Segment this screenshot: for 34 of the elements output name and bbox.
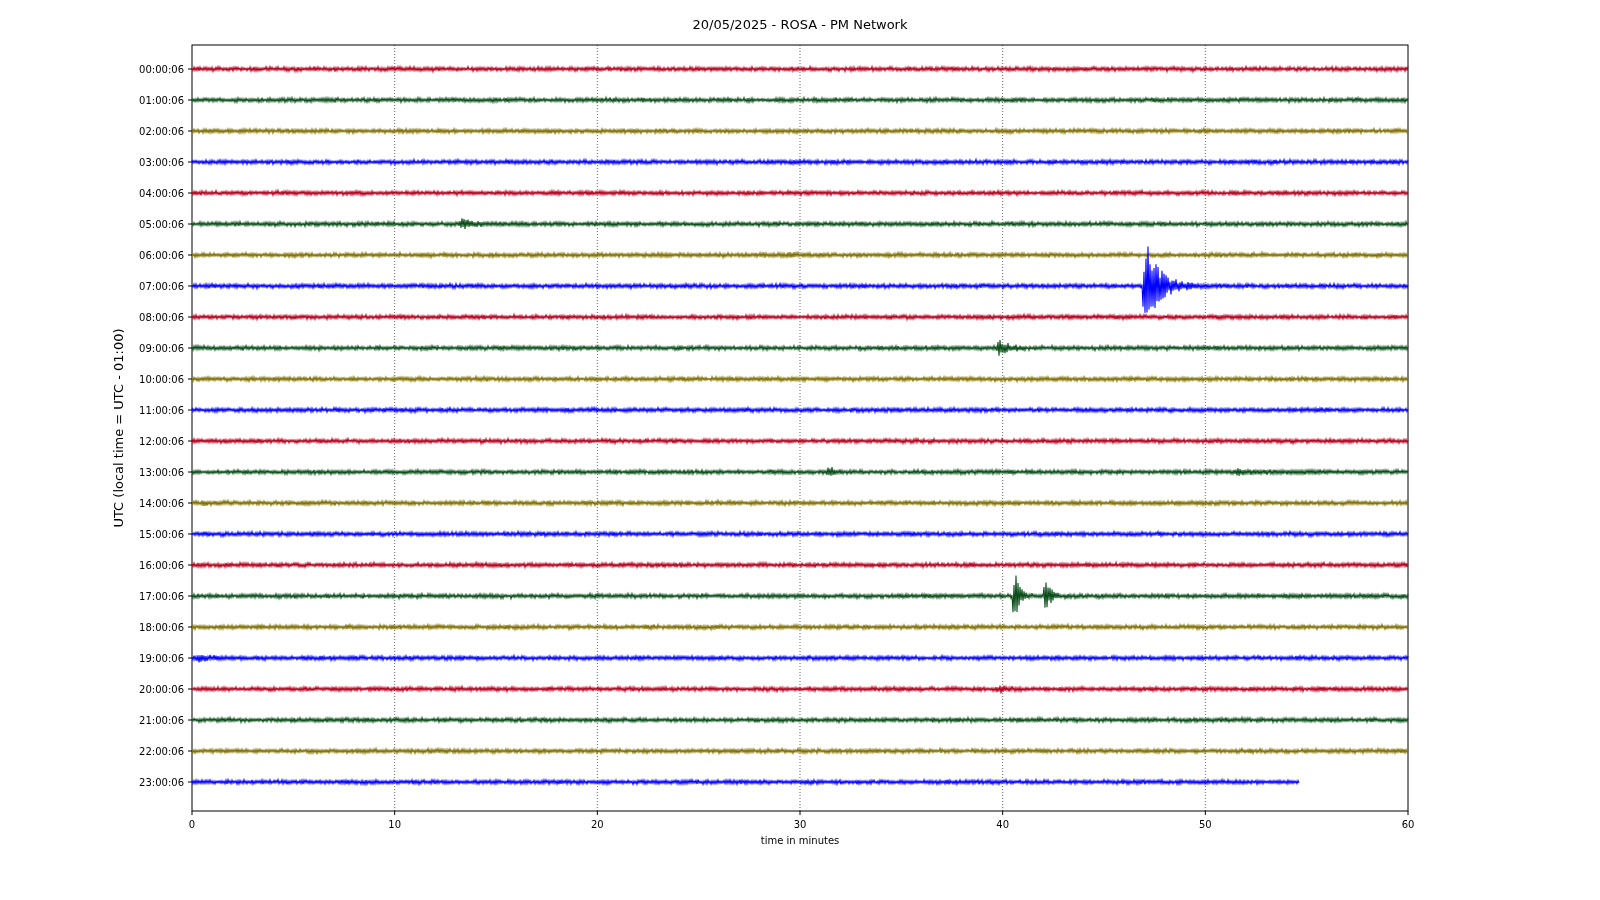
y-tick-label: 21:00:06 (139, 714, 184, 726)
y-axis-title: UTC (local time = UTC - 01:00) (111, 328, 126, 528)
y-tick-label: 08:00:06 (139, 311, 184, 323)
y-tick-label: 19:00:06 (139, 652, 184, 664)
y-tick-label: 10:00:06 (139, 373, 184, 385)
y-tick-label: 04:00:06 (139, 187, 184, 199)
y-tick-label: 14:00:06 (139, 497, 184, 509)
y-tick-label: 16:00:06 (139, 559, 184, 571)
y-tick-label: 11:00:06 (139, 404, 184, 416)
y-tick-label: 05:00:06 (139, 218, 184, 230)
x-tick-label: 0 (188, 819, 196, 830)
y-tick-label: 13:00:06 (139, 466, 184, 478)
y-tick-label: 07:00:06 (139, 280, 184, 292)
x-axis-title: time in minutes (760, 835, 840, 846)
y-tick-label: 09:00:06 (139, 342, 184, 354)
y-tick-label: 23:00:06 (139, 776, 184, 788)
y-tick-label: 03:00:06 (139, 156, 184, 168)
y-tick-label: 18:00:06 (139, 621, 184, 633)
y-tick-label: 22:00:06 (139, 745, 184, 757)
x-tick-label: 30 (793, 819, 807, 830)
y-tick-label: 20:00:06 (139, 683, 184, 695)
y-tick-label: 00:00:06 (139, 63, 184, 75)
x-tick-label: 60 (1401, 819, 1415, 830)
plot-title: 20/05/2025 - ROSA - PM Network (692, 17, 908, 32)
y-tick-label: 15:00:06 (139, 528, 184, 540)
x-tick-label: 20 (590, 819, 604, 830)
y-tick-label: 01:00:06 (139, 94, 184, 106)
x-tick-label: 50 (1198, 819, 1212, 830)
x-tick-label: 10 (388, 819, 402, 830)
y-tick-label: 06:00:06 (139, 249, 184, 261)
y-tick-label: 17:00:06 (139, 590, 184, 602)
y-tick-label: 12:00:06 (139, 435, 184, 447)
x-tick-label: 40 (996, 819, 1010, 830)
y-tick-label: 02:00:06 (139, 125, 184, 137)
